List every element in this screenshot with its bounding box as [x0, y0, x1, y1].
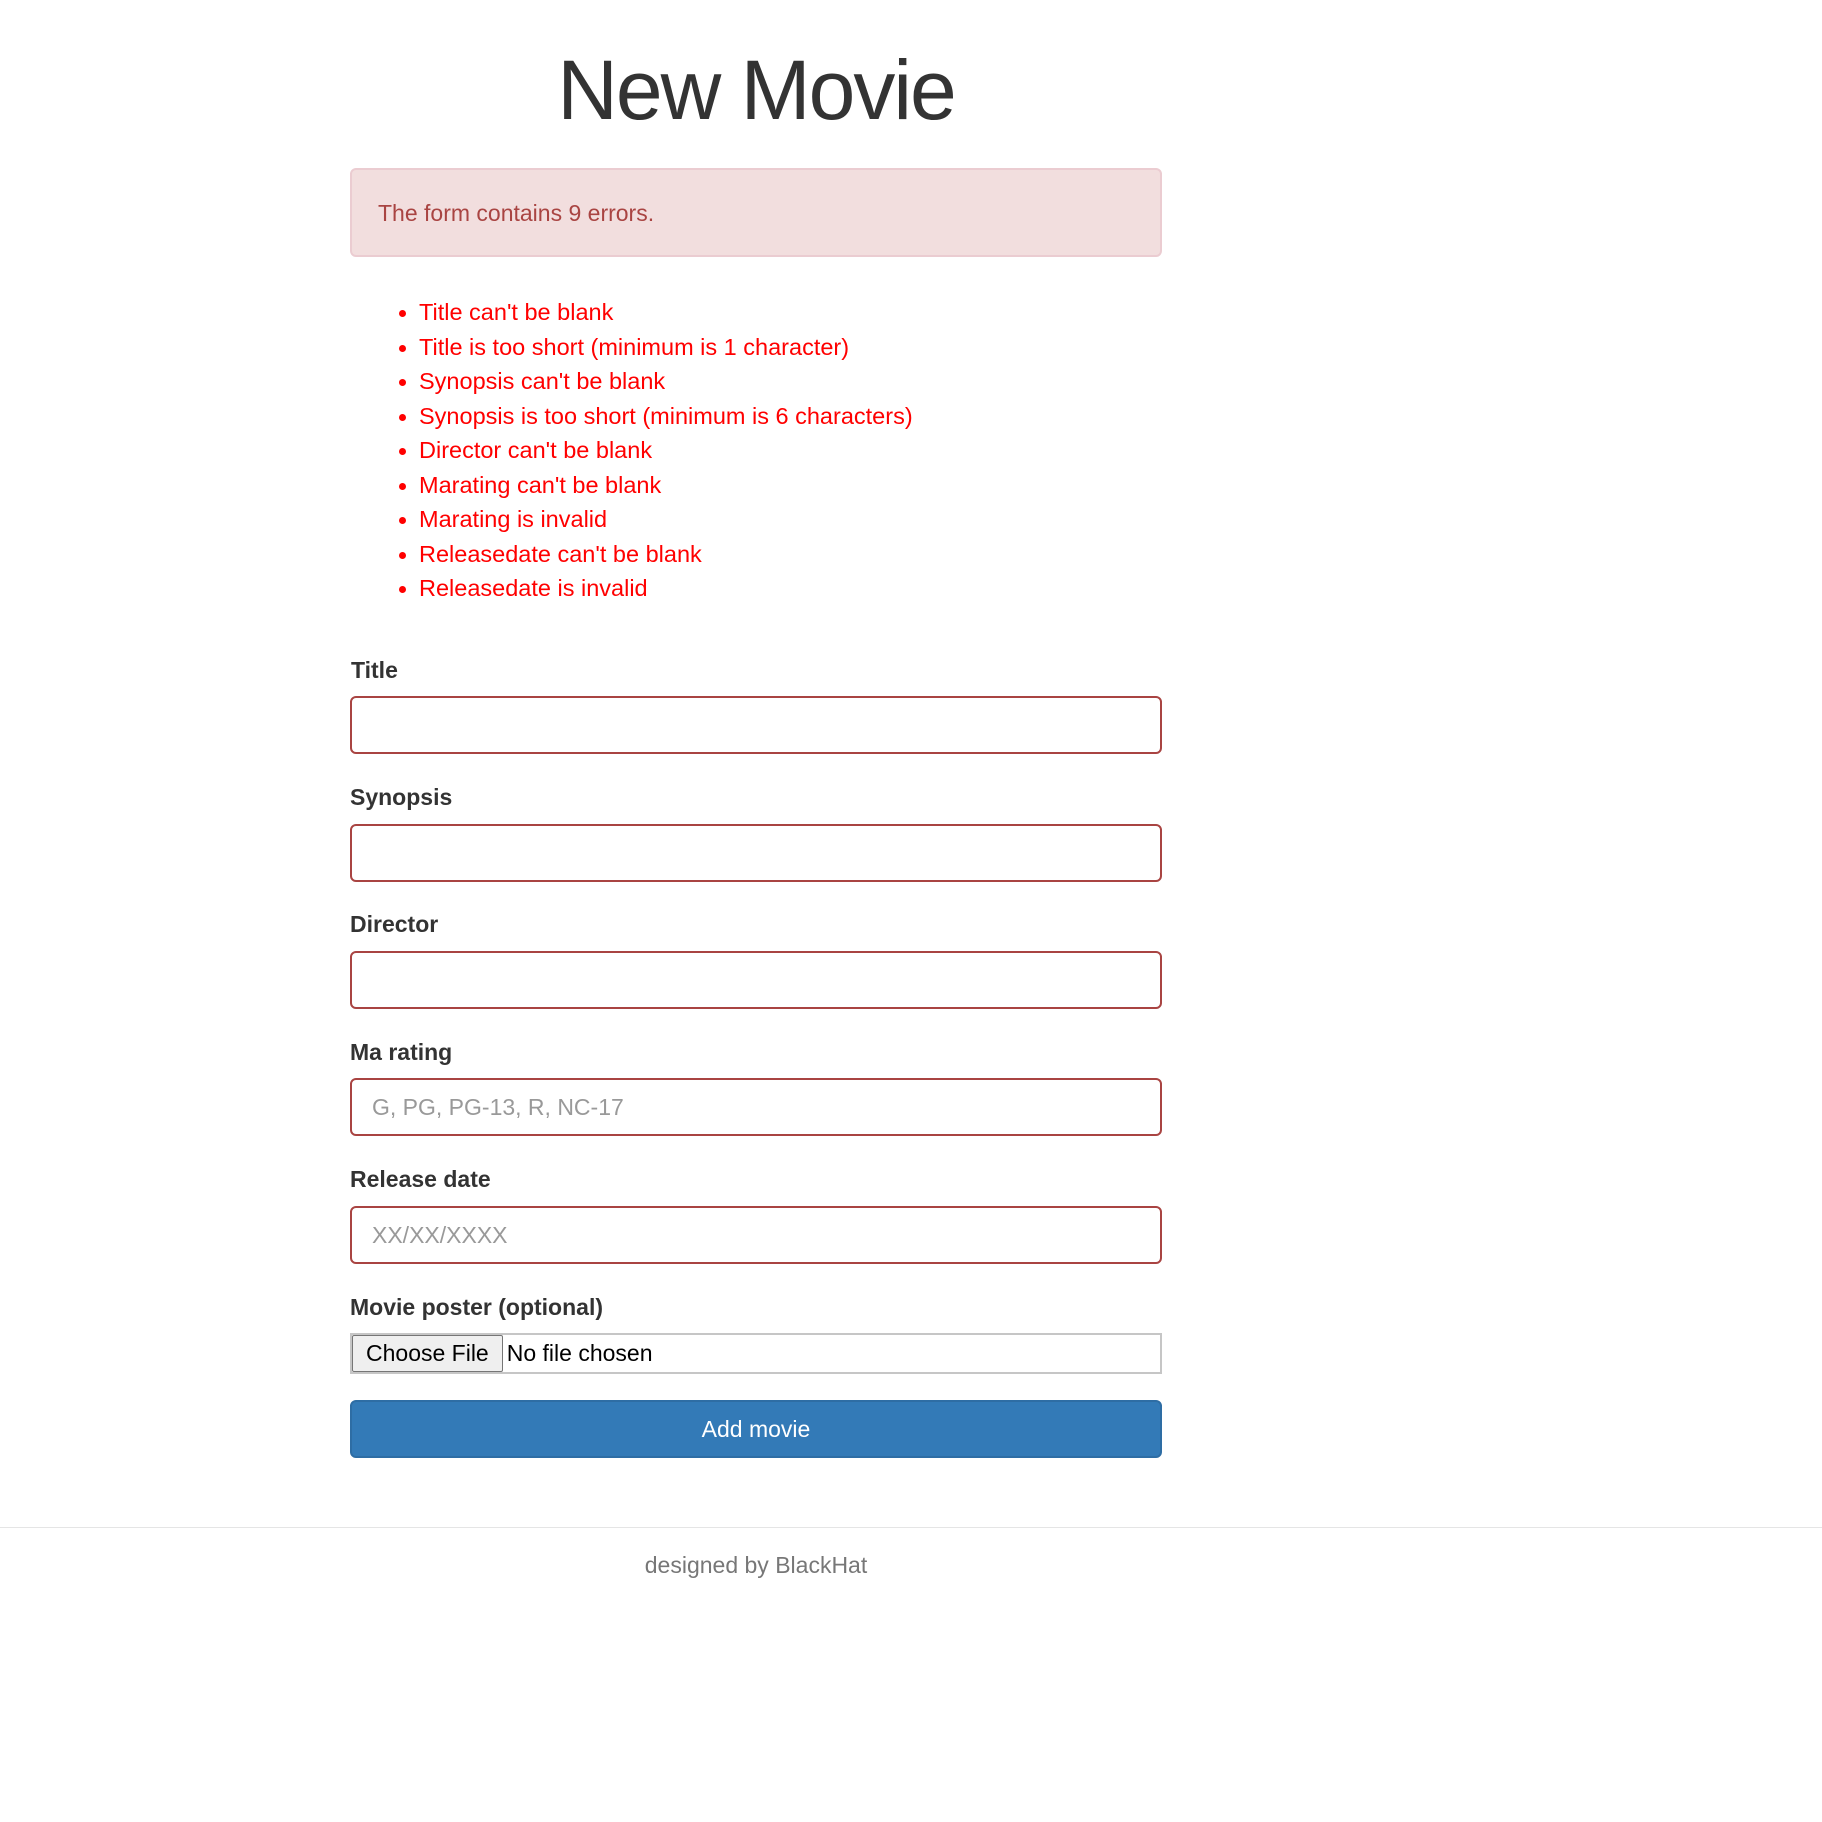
synopsis-input[interactable]	[350, 824, 1162, 882]
footer-divider	[0, 1527, 1822, 1528]
error-summary: The form contains 9 errors.	[378, 200, 655, 226]
poster-file-input[interactable]: Choose File No file chosen	[350, 1333, 1162, 1374]
director-label: Director	[350, 911, 439, 937]
error-alert: The form contains 9 errors.	[350, 168, 1162, 257]
release-date-input[interactable]	[350, 1206, 1162, 1264]
error-item: Title can't be blank	[399, 295, 1162, 330]
add-movie-button[interactable]: Add movie	[350, 1400, 1162, 1458]
error-list: Title can't be blank Title is too short …	[350, 295, 1162, 606]
poster-label: Movie poster (optional)	[350, 1294, 603, 1320]
error-item: Synopsis is too short (minimum is 6 char…	[399, 399, 1162, 434]
director-input[interactable]	[350, 951, 1162, 1009]
choose-file-button[interactable]: Choose File	[352, 1335, 503, 1372]
synopsis-label: Synopsis	[350, 784, 453, 810]
error-item: Releasedate can't be blank	[399, 537, 1162, 572]
error-item: Marating can't be blank	[399, 468, 1162, 503]
title-label: Title	[351, 657, 398, 683]
error-item: Marating is invalid	[399, 502, 1162, 537]
error-item: Synopsis can't be blank	[399, 364, 1162, 399]
add-movie-label: Add movie	[701, 1415, 811, 1442]
file-status-text: No file chosen	[506, 1340, 653, 1366]
title-input[interactable]	[350, 696, 1162, 754]
ma-rating-label: Ma rating	[350, 1039, 453, 1065]
ma-rating-input[interactable]	[350, 1078, 1162, 1136]
error-item: Director can't be blank	[399, 433, 1162, 468]
release-date-label: Release date	[350, 1166, 491, 1192]
error-item: Title is too short (minimum is 1 charact…	[399, 330, 1162, 365]
footer-text: designed by BlackHat	[644, 1552, 868, 1578]
error-item: Releasedate is invalid	[399, 571, 1162, 606]
movie-form: The form contains 9 errors. Title can't …	[350, 168, 1162, 606]
page-title: New Movie	[557, 43, 956, 137]
